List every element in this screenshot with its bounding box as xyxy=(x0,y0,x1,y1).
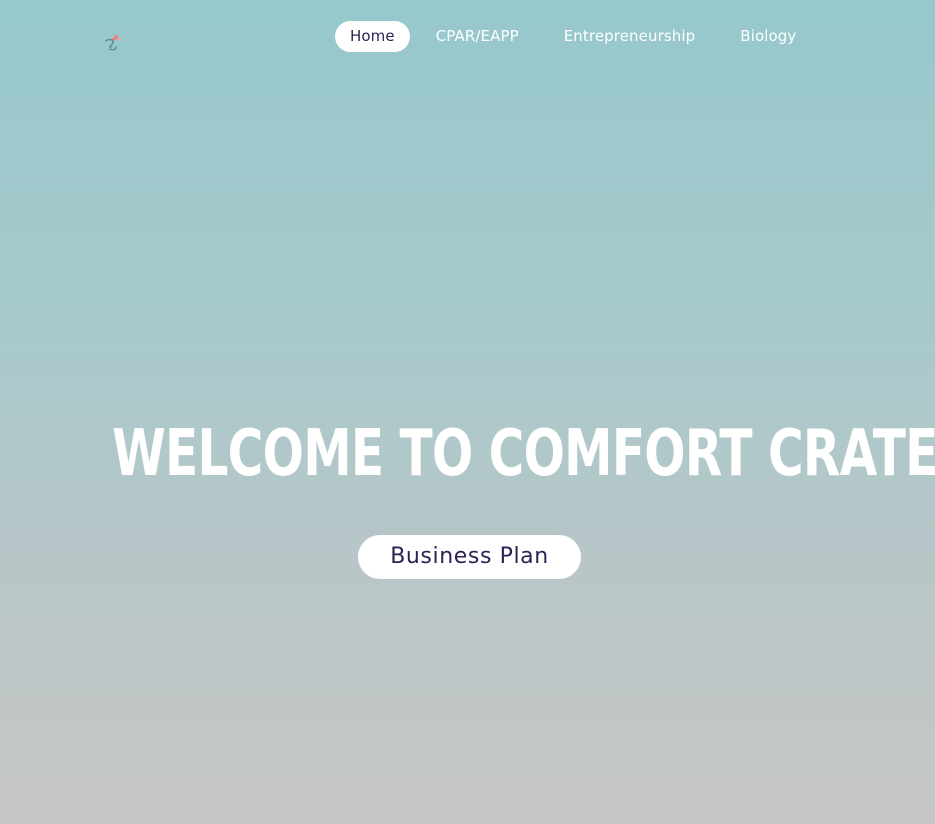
nav-item-home[interactable]: Home xyxy=(335,21,410,52)
business-plan-button[interactable]: Business Plan xyxy=(358,535,581,579)
nav-item-cpar-eapp[interactable]: CPAR/EAPP xyxy=(421,21,534,52)
flower-logo-icon[interactable] xyxy=(100,30,126,56)
main-nav: Home CPAR/EAPP Entrepreneurship Biology xyxy=(335,21,816,52)
site-header: Home CPAR/EAPP Entrepreneurship Biology xyxy=(0,0,935,74)
hero-title: WELCOME TO COMFORT CRATE! xyxy=(112,417,935,491)
nav-item-biology[interactable]: Biology xyxy=(725,21,811,52)
nav-item-entrepreneurship[interactable]: Entrepreneurship xyxy=(549,21,711,52)
